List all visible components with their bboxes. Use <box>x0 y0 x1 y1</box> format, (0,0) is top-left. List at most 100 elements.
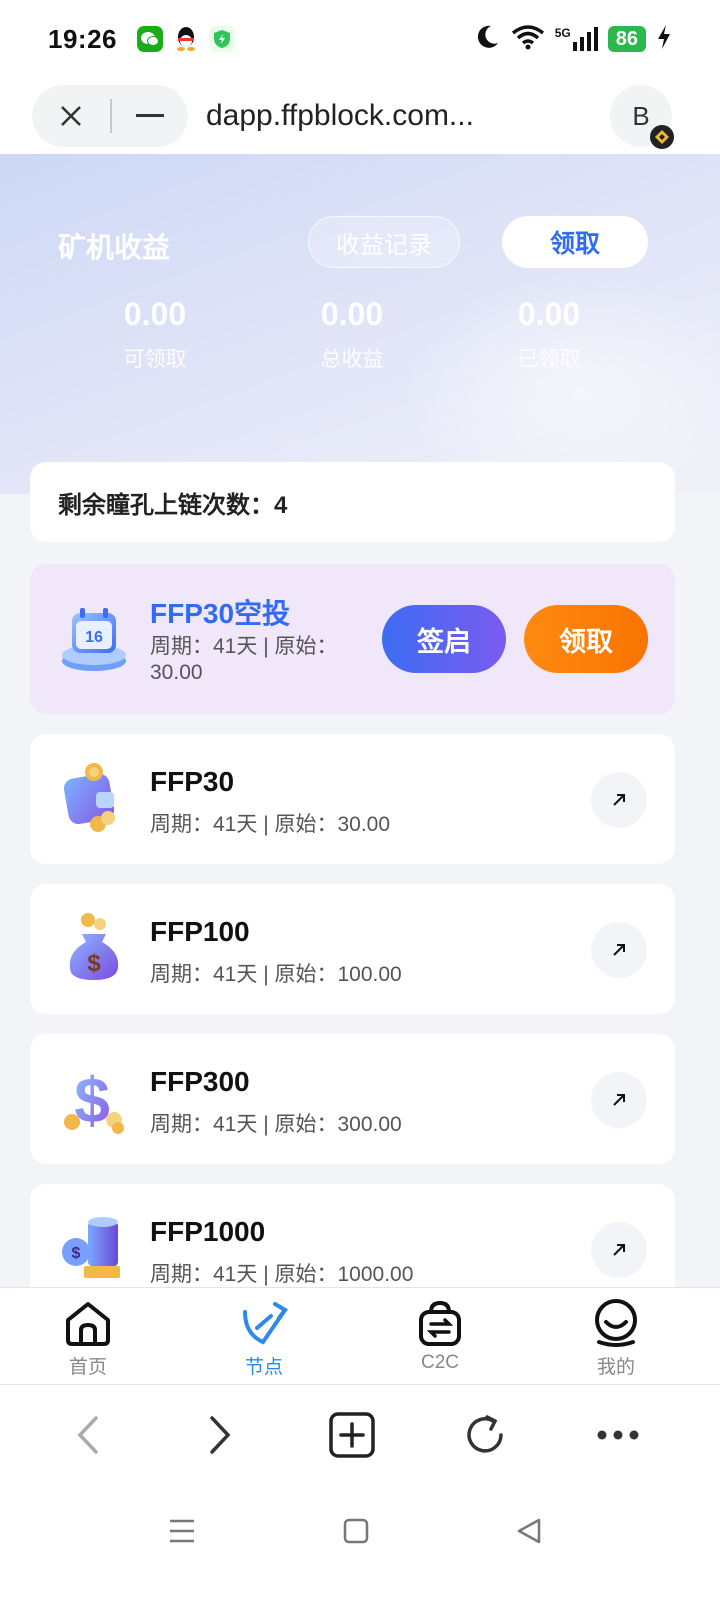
refresh-icon <box>467 1415 503 1453</box>
node-card-ffp300[interactable]: $ FFP300 周期：41天 | 原始：300.00 <box>30 1034 675 1164</box>
open-node-button[interactable] <box>591 1072 647 1128</box>
claim-earnings-button[interactable]: 领取 <box>502 216 648 268</box>
node-desc: 周期：41天 | 原始：1000.00 <box>150 1263 414 1286</box>
node-desc: 周期：41天 | 原始：300.00 <box>150 1113 402 1136</box>
forward-button[interactable] <box>190 1405 250 1465</box>
coin-stack-icon: $ <box>58 1212 130 1284</box>
close-tab-button[interactable] <box>32 85 110 147</box>
arrow-up-right-icon <box>613 1094 625 1106</box>
stat-value: 0.00 <box>517 296 581 332</box>
binance-icon <box>650 125 674 149</box>
tab-profile[interactable]: 我的 <box>528 1288 704 1384</box>
arrow-up-right-icon <box>613 794 625 806</box>
stat-claimable: 0.00 可领取 <box>75 296 235 373</box>
open-node-button[interactable] <box>591 772 647 828</box>
profile-icon <box>595 1299 637 1347</box>
node-name: FFP300 <box>150 1066 250 1097</box>
airdrop-claim-button[interactable]: 领取 <box>524 605 648 673</box>
tab-label: 首页 <box>68 1357 107 1378</box>
stat-label: 总收益 <box>320 348 384 371</box>
plus-square-icon <box>329 1412 375 1458</box>
node-card-ffp100[interactable]: $ FFP100 周期：41天 | 原始：100.00 <box>30 884 675 1014</box>
remaining-chain-count-card: 剩余瞳孔上链次数：4 <box>30 462 675 542</box>
minimize-button[interactable] <box>112 85 188 147</box>
money-bag-icon: $ <box>58 912 130 984</box>
system-menu-button[interactable] <box>162 1511 202 1551</box>
chevron-right-icon <box>210 1416 231 1454</box>
open-node-button[interactable] <box>591 922 647 978</box>
open-node-button[interactable] <box>591 1222 647 1278</box>
url-text[interactable]: dapp.ffpblock.com... <box>206 99 474 133</box>
node-name: FFP100 <box>150 916 250 947</box>
shield-icon <box>209 26 235 52</box>
browser-address-bar: dapp.ffpblock.com... B <box>0 78 720 154</box>
wifi-icon <box>511 24 545 55</box>
stat-label: 可领取 <box>123 348 187 371</box>
browser-controls <box>32 85 188 147</box>
node-name: FFP1000 <box>150 1216 266 1247</box>
panel-title: 矿机收益 <box>58 232 171 263</box>
remaining-chain-count-text: 剩余瞳孔上链次数：4 <box>58 491 288 519</box>
system-back-button[interactable] <box>509 1511 549 1551</box>
node-desc: 周期：41天 | 原始：100.00 <box>150 963 402 986</box>
earnings-records-button[interactable]: 收益记录 <box>308 216 460 268</box>
node-icon <box>243 1302 288 1345</box>
stat-claimed: 0.00 已领取 <box>469 296 629 373</box>
status-right: 5G 86 <box>473 23 672 56</box>
tab-c2c[interactable]: C2C <box>352 1288 528 1384</box>
status-bar: 19:26 5G 86 <box>0 0 720 78</box>
tab-label: C2C <box>420 1352 459 1373</box>
back-triangle-icon <box>517 1518 541 1544</box>
more-dots-icon <box>597 1430 639 1440</box>
system-home-button[interactable] <box>336 1511 376 1551</box>
moon-icon <box>473 23 501 56</box>
square-icon <box>343 1518 369 1544</box>
node-card-ffp30[interactable]: FFP30 周期：41天 | 原始：30.00 <box>30 734 675 864</box>
svg-text:$: $ <box>72 1245 81 1262</box>
mining-earnings-panel: 矿机收益 收益记录 领取 0.00 可领取 0.00 总收益 0.00 已领取 <box>0 154 720 494</box>
battery-indicator: 86 <box>607 26 646 52</box>
stat-value: 0.00 <box>320 296 384 332</box>
arrow-up-right-icon <box>613 1244 625 1256</box>
system-navigation-bar <box>0 1485 720 1604</box>
stat-label: 已领取 <box>517 348 581 371</box>
chevron-left-icon <box>77 1416 98 1454</box>
new-tab-button[interactable] <box>322 1405 382 1465</box>
tab-label: 节点 <box>244 1357 283 1378</box>
back-button[interactable] <box>58 1405 118 1465</box>
airdrop-title: FFP30空投 <box>150 598 291 629</box>
close-icon <box>61 106 81 126</box>
minimize-icon <box>136 114 164 117</box>
profile-button[interactable]: B <box>610 85 674 149</box>
home-icon <box>66 1302 110 1346</box>
dollar-sign-icon: $ <box>58 1062 130 1136</box>
more-button[interactable] <box>588 1405 648 1465</box>
wechat-icon <box>137 26 163 52</box>
bottom-tab-bar: 首页 节点 C2C 我的 <box>0 1287 720 1385</box>
network-label: 5G <box>554 26 571 40</box>
signal-icon: 5G <box>555 26 598 52</box>
status-time: 19:26 <box>48 23 117 54</box>
calendar-icon: 16 <box>58 603 130 675</box>
node-desc: 周期：41天 | 原始：30.00 <box>150 813 391 836</box>
tab-node[interactable]: 节点 <box>176 1288 352 1384</box>
menu-lines-icon <box>170 1519 194 1543</box>
node-name: FFP30 <box>150 766 235 797</box>
arrow-up-right-icon <box>613 944 625 956</box>
tab-home[interactable]: 首页 <box>0 1288 176 1384</box>
airdrop-desc: 周期：41天 | 原始：30.00 <box>150 635 338 684</box>
svg-text:16: 16 <box>85 629 103 646</box>
wallet-icon <box>58 762 130 834</box>
svg-text:$: $ <box>87 950 101 977</box>
profile-initial: B <box>632 100 650 131</box>
browser-toolbar <box>0 1385 720 1485</box>
tab-label: 我的 <box>596 1357 635 1378</box>
node-card-ffp1000[interactable]: $ FFP1000 周期：41天 | 原始：1000.00 <box>30 1184 675 1287</box>
status-app-icons <box>137 26 235 52</box>
airdrop-card: 16 FFP30空投 周期：41天 | 原始：30.00 签启 领取 <box>30 564 675 714</box>
stat-total: 0.00 总收益 <box>272 296 432 373</box>
charging-icon <box>656 24 672 55</box>
reload-button[interactable] <box>455 1405 515 1465</box>
qq-icon <box>173 26 199 52</box>
sign-in-button[interactable]: 签启 <box>382 605 506 673</box>
